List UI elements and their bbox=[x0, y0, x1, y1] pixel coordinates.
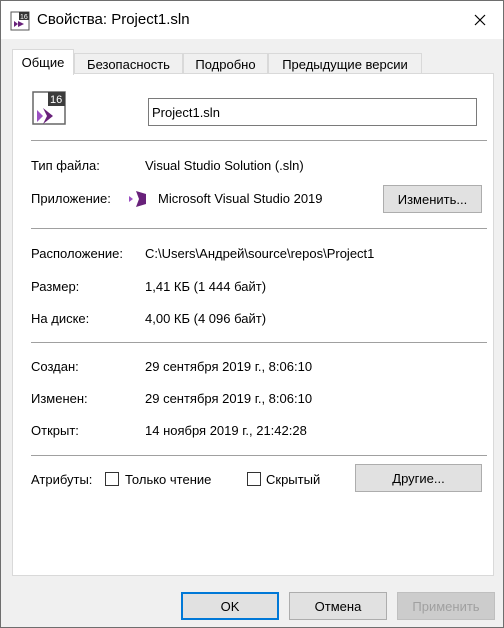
close-button[interactable] bbox=[457, 1, 503, 39]
apply-button[interactable]: Применить bbox=[397, 592, 495, 620]
svg-text:16: 16 bbox=[50, 94, 62, 106]
visual-studio-icon bbox=[129, 191, 146, 207]
separator bbox=[31, 455, 487, 456]
separator bbox=[31, 342, 487, 343]
location-value: C:\Users\Андрей\source\repos\Project1 bbox=[145, 246, 375, 261]
disk-size-label: На диске: bbox=[31, 311, 90, 326]
ok-button[interactable]: OK bbox=[181, 592, 279, 620]
cancel-button[interactable]: Отмена bbox=[289, 592, 387, 620]
advanced-attributes-button[interactable]: Другие... bbox=[355, 464, 482, 492]
accessed-value: 14 ноября 2019 г., 21:42:28 bbox=[145, 423, 307, 438]
readonly-label[interactable]: Только чтение bbox=[125, 472, 211, 487]
size-value: 1,41 КБ (1 444 байт) bbox=[145, 279, 267, 294]
location-label: Расположение: bbox=[31, 246, 123, 261]
title-bar: 16 Свойства: Project1.sln bbox=[1, 1, 503, 39]
window-title: Свойства: Project1.sln bbox=[37, 11, 190, 28]
file-name-input[interactable] bbox=[148, 98, 477, 126]
tab-previous-versions[interactable]: Предыдущие версии bbox=[268, 53, 422, 75]
size-label: Размер: bbox=[31, 279, 80, 294]
disk-size-value: 4,00 КБ (4 096 байт) bbox=[145, 311, 267, 326]
separator bbox=[31, 140, 487, 141]
modified-value: 29 сентября 2019 г., 8:06:10 bbox=[145, 391, 313, 406]
attributes-label: Атрибуты: bbox=[31, 472, 93, 487]
tab-general[interactable]: Общие bbox=[12, 49, 74, 75]
modified-label: Изменен: bbox=[31, 391, 88, 406]
tab-security[interactable]: Безопасность bbox=[74, 53, 183, 75]
properties-dialog: 16 Свойства: Project1.sln Общие Безопасн… bbox=[0, 0, 504, 628]
separator bbox=[31, 228, 487, 229]
change-app-button[interactable]: Изменить... bbox=[383, 185, 482, 213]
type-value: Visual Studio Solution (.sln) bbox=[145, 158, 304, 173]
hidden-label[interactable]: Скрытый bbox=[266, 472, 320, 487]
general-panel: 16 Тип файла: Visual Studio Solution (.s… bbox=[12, 73, 494, 576]
accessed-label: Открыт: bbox=[31, 423, 79, 438]
readonly-checkbox[interactable] bbox=[105, 472, 119, 486]
tab-details[interactable]: Подробно bbox=[183, 53, 268, 75]
svg-text:16: 16 bbox=[20, 14, 28, 21]
app-label: Приложение: bbox=[31, 191, 111, 206]
created-value: 29 сентября 2019 г., 8:06:10 bbox=[145, 359, 313, 374]
type-label: Тип файла: bbox=[31, 158, 100, 173]
vs-solution-icon: 16 bbox=[10, 11, 30, 31]
created-label: Создан: bbox=[31, 359, 79, 374]
app-value: Microsoft Visual Studio 2019 bbox=[158, 191, 323, 206]
hidden-checkbox[interactable] bbox=[247, 472, 261, 486]
vs-solution-file-icon: 16 bbox=[32, 91, 66, 125]
close-icon bbox=[474, 14, 486, 26]
